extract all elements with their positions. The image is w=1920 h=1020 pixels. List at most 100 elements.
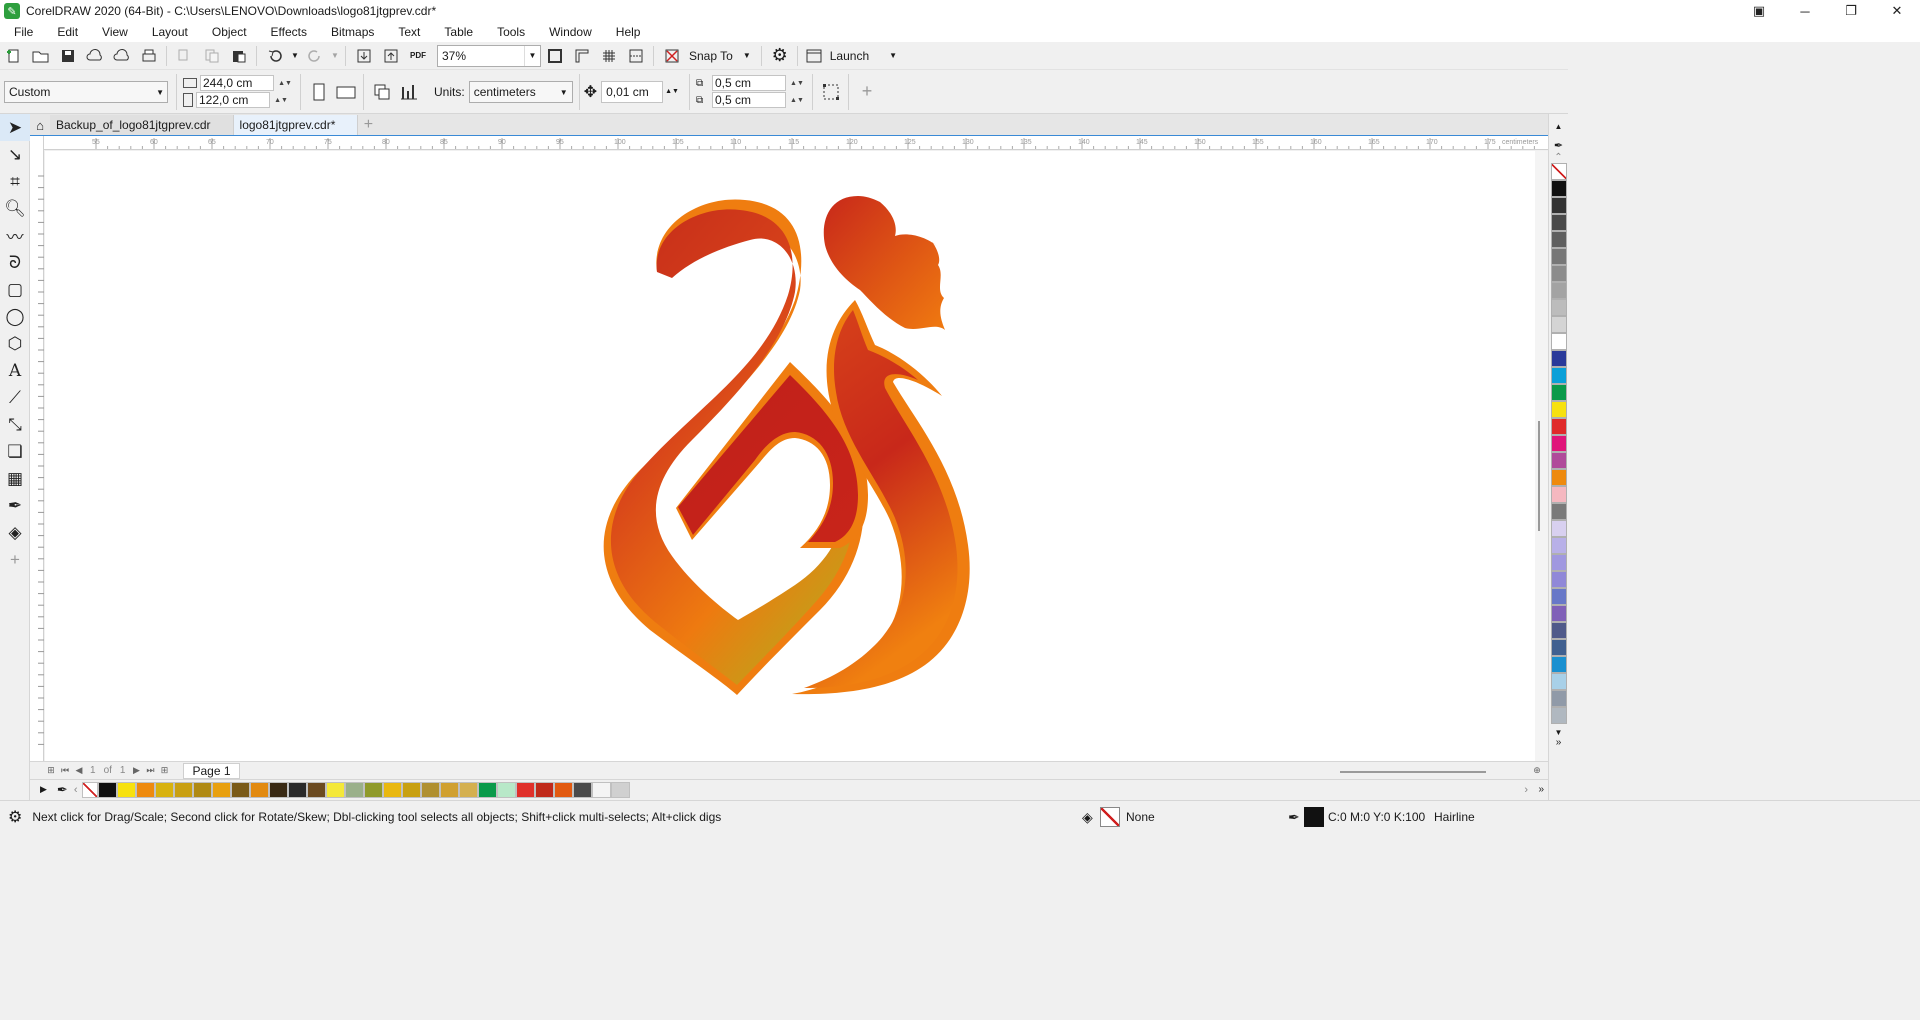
artistic-media-tool-icon[interactable]: ᘐ (0, 249, 30, 276)
horizontal-scrollbar-thumb[interactable] (1339, 770, 1486, 773)
shape-tool-icon[interactable]: ↘ (0, 141, 30, 168)
add-toolbar-item-icon[interactable]: + (854, 80, 880, 104)
palette-expand-icon[interactable]: » (1538, 784, 1544, 795)
publish-pdf-icon[interactable]: PDF (405, 44, 431, 68)
cut-icon[interactable] (172, 44, 198, 68)
save-icon[interactable] (55, 44, 81, 68)
new-tab-icon[interactable]: + (358, 115, 378, 135)
restore-window-icon[interactable]: ▣ (1736, 0, 1782, 22)
paste-icon[interactable] (226, 44, 252, 68)
previous-page-icon[interactable]: ◀ (72, 764, 86, 778)
palette-scroll-up-icon[interactable]: ▲ (1549, 122, 1568, 131)
color-swatch[interactable] (1551, 333, 1567, 350)
tab-backup-document[interactable]: Backup_of_logo81jtgprev.cdr (50, 115, 234, 135)
launch-dropdown[interactable]: Launch ▼ (806, 49, 897, 63)
import-icon[interactable] (351, 44, 377, 68)
vertical-ruler[interactable] (30, 136, 44, 761)
redo-dropdown-icon[interactable]: ▼ (329, 44, 341, 68)
menu-tools[interactable]: Tools (483, 25, 535, 39)
color-swatch[interactable] (1551, 231, 1567, 248)
zoom-level-combo[interactable]: 37% ▼ (437, 44, 541, 67)
zoom-tool-icon[interactable]: 🔍︎ (0, 195, 30, 222)
pick-tool-icon[interactable]: ➤ (0, 114, 30, 141)
zoom-navigator-icon[interactable]: ⊕ (1530, 764, 1544, 778)
options-gear-icon[interactable]: ⚙ (767, 44, 793, 68)
color-swatch[interactable] (192, 781, 212, 798)
page-size-preset-select[interactable]: Custom ▼ (4, 80, 168, 103)
color-swatch[interactable] (306, 781, 326, 798)
menu-edit[interactable]: Edit (43, 25, 88, 39)
color-swatch[interactable] (1551, 554, 1567, 571)
color-swatch[interactable] (268, 781, 288, 798)
new-document-icon[interactable] (1, 44, 27, 68)
current-page-icon[interactable] (396, 80, 422, 104)
menu-file[interactable]: File (0, 25, 43, 39)
undo-dropdown-icon[interactable]: ▼ (289, 44, 301, 68)
menu-bitmaps[interactable]: Bitmaps (317, 25, 384, 39)
color-swatch[interactable] (591, 781, 611, 798)
open-folder-icon[interactable] (28, 44, 54, 68)
color-swatch[interactable] (401, 781, 421, 798)
close-icon[interactable]: ✕ (1874, 0, 1920, 22)
color-swatch[interactable] (344, 781, 364, 798)
color-swatch[interactable] (1551, 622, 1567, 639)
menu-object[interactable]: Object (198, 25, 257, 39)
color-swatch[interactable] (1551, 384, 1567, 401)
parallel-dimension-tool-icon[interactable]: ⟋ (0, 384, 30, 411)
ellipse-tool-icon[interactable]: ◯ (0, 303, 30, 330)
color-swatch[interactable] (1551, 214, 1567, 231)
outline-pen-icon[interactable]: ✒ (1288, 809, 1300, 826)
menu-view[interactable]: View (88, 25, 138, 39)
cloud-download-icon[interactable] (109, 44, 135, 68)
menu-text[interactable]: Text (384, 25, 430, 39)
show-guidelines-icon[interactable] (623, 44, 649, 68)
palette-expand-icon[interactable]: » (1549, 737, 1568, 748)
color-swatch[interactable] (439, 781, 459, 798)
color-swatch[interactable] (1551, 588, 1567, 605)
color-swatch[interactable] (230, 781, 250, 798)
color-swatch[interactable] (1551, 435, 1567, 452)
color-swatch[interactable] (1551, 299, 1567, 316)
maximize-icon[interactable]: ❐ (1828, 0, 1874, 22)
color-swatch[interactable] (363, 781, 383, 798)
palette-scroll-left-icon[interactable]: ▶ (40, 784, 47, 795)
landscape-orientation-icon[interactable] (333, 80, 359, 104)
duplicate-x-field[interactable]: 0,5 cm (711, 75, 786, 91)
units-select[interactable]: centimeters ▼ (468, 80, 573, 103)
next-page-icon[interactable]: ▶ (129, 764, 143, 778)
color-swatch[interactable] (1551, 571, 1567, 588)
redo-icon[interactable] (302, 44, 328, 68)
vertical-scrollbar[interactable] (1535, 151, 1548, 761)
color-swatch[interactable] (154, 781, 174, 798)
color-swatch[interactable] (1551, 656, 1567, 673)
horizontal-ruler[interactable]: 5560657075808590951001051101151201251301… (44, 136, 1548, 150)
page-width-field[interactable]: 244,0 cm (200, 75, 274, 91)
color-swatch[interactable] (420, 781, 440, 798)
color-swatch[interactable] (534, 781, 554, 798)
welcome-screen-home-icon[interactable]: ⌂ (30, 115, 50, 135)
interactive-fill-tool-icon[interactable]: ◈ (0, 519, 30, 546)
cloud-upload-icon[interactable] (82, 44, 108, 68)
color-swatch[interactable] (287, 781, 307, 798)
menu-layout[interactable]: Layout (138, 25, 198, 39)
tab-current-document[interactable]: logo81jtgprev.cdr* (233, 115, 359, 135)
color-swatch[interactable] (1551, 673, 1567, 690)
chevron-down-icon[interactable]: ▼ (524, 45, 540, 66)
duplicate-y-field[interactable]: 0,5 cm (711, 92, 786, 108)
add-page-before-icon[interactable]: ⊞ (44, 764, 58, 778)
color-swatch[interactable] (1551, 469, 1567, 486)
page-tab-1[interactable]: Page 1 (183, 762, 240, 779)
portrait-orientation-icon[interactable] (306, 80, 332, 104)
snap-to-dropdown[interactable]: Snap To ▼ (689, 49, 751, 63)
show-rulers-icon[interactable] (569, 44, 595, 68)
eyedropper-icon[interactable]: ✒ (57, 782, 68, 798)
add-page-after-icon[interactable]: ⊞ (157, 764, 171, 778)
palette-scroll-down-icon[interactable]: ▼ (1549, 728, 1568, 737)
polygon-tool-icon[interactable]: ⬡ (0, 330, 30, 357)
horizontal-scrollbar[interactable] (240, 763, 1530, 779)
connector-tool-icon[interactable]: ⤡ (0, 411, 30, 438)
palette-options-icon[interactable]: ‹ (74, 784, 78, 796)
logo-artwork[interactable] (45, 151, 1535, 761)
menu-help[interactable]: Help (602, 25, 651, 39)
color-swatch[interactable] (496, 781, 516, 798)
